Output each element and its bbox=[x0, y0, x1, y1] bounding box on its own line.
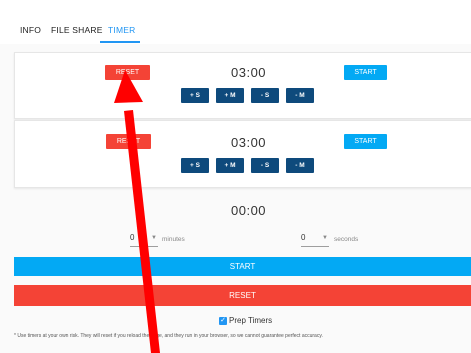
tab-timer[interactable]: TIMER bbox=[108, 25, 135, 35]
minutes-value: 0 bbox=[130, 233, 135, 242]
tab-info[interactable]: INFO bbox=[20, 25, 41, 35]
minutes-select[interactable]: 0 ▼ bbox=[130, 232, 158, 247]
timer-2-start-button[interactable]: START bbox=[344, 134, 387, 149]
prep-timers-label: Prep Timers bbox=[229, 316, 273, 325]
tab-file-share[interactable]: FILE SHARE bbox=[51, 25, 103, 35]
timer-2-display: 03:00 bbox=[231, 135, 267, 150]
timer-1-add-minute-button[interactable]: + M bbox=[216, 88, 244, 103]
prep-timer-display: 00:00 bbox=[231, 203, 267, 218]
timer-2-reset-button[interactable]: RESET bbox=[106, 134, 151, 149]
minutes-label: minutes bbox=[162, 236, 185, 243]
seconds-label: seconds bbox=[334, 236, 359, 243]
seconds-value: 0 bbox=[301, 233, 306, 242]
active-tab-indicator bbox=[100, 41, 140, 43]
tab-bar: INFO FILE SHARE TIMER bbox=[0, 0, 471, 44]
timer-card-1: RESET 03:00 START + S + M - S - M bbox=[14, 52, 471, 119]
disclaimer-text: * Use timers at your own risk. They will… bbox=[14, 333, 323, 339]
timer-2-add-minute-button[interactable]: + M bbox=[216, 158, 244, 173]
prep-reset-button[interactable]: RESET bbox=[14, 285, 471, 306]
timer-1-sub-minute-button[interactable]: - M bbox=[286, 88, 314, 103]
timer-2-sub-minute-button[interactable]: - M bbox=[286, 158, 314, 173]
checkbox-checked-icon[interactable]: ✓ bbox=[219, 317, 227, 325]
chevron-down-icon: ▼ bbox=[151, 235, 157, 241]
timer-1-add-second-button[interactable]: + S bbox=[181, 88, 209, 103]
timer-1-reset-button[interactable]: RESET bbox=[105, 65, 150, 80]
chevron-down-icon: ▼ bbox=[322, 235, 328, 241]
timer-1-start-button[interactable]: START bbox=[344, 65, 387, 80]
prep-start-button[interactable]: START bbox=[14, 257, 471, 276]
page: INFO FILE SHARE TIMER RESET 03:00 START … bbox=[0, 0, 471, 353]
timer-card-2: RESET 03:00 START + S + M - S - M bbox=[14, 120, 471, 188]
seconds-select[interactable]: 0 ▼ bbox=[301, 232, 329, 247]
timer-2-sub-second-button[interactable]: - S bbox=[251, 158, 279, 173]
timer-1-display: 03:00 bbox=[231, 65, 267, 80]
timer-1-sub-second-button[interactable]: - S bbox=[251, 88, 279, 103]
timer-2-add-second-button[interactable]: + S bbox=[181, 158, 209, 173]
